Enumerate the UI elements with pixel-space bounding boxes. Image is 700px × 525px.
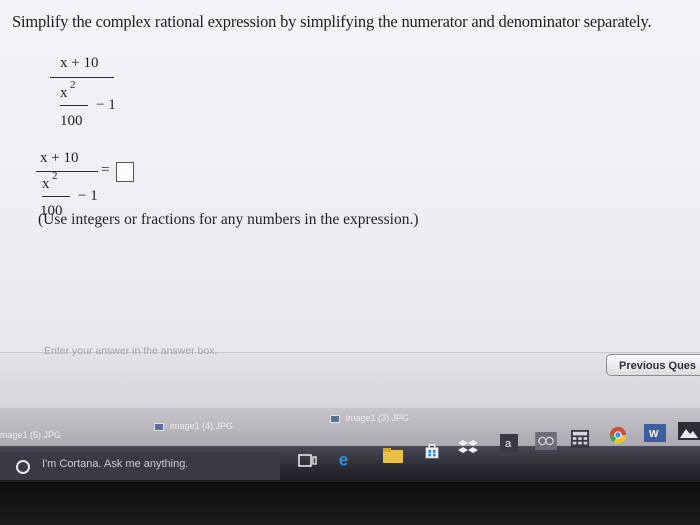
file-item[interactable]: image1 (3).JPG bbox=[330, 413, 409, 423]
numerator: x + 10 bbox=[60, 55, 99, 71]
task-view-icon[interactable] bbox=[298, 452, 318, 470]
image-file-icon bbox=[154, 422, 164, 431]
problem-prompt: Simplify the complex rational expression… bbox=[12, 12, 652, 31]
answer-hint: Enter your answer in the answer box. bbox=[44, 345, 218, 357]
photos-icon[interactable] bbox=[678, 422, 700, 440]
answer-input-box[interactable] bbox=[116, 162, 134, 182]
svg-text:a: a bbox=[505, 438, 512, 450]
main-fraction-bar bbox=[36, 171, 98, 172]
file-name: image1 (3).JPG bbox=[346, 413, 410, 423]
chrome-icon[interactable] bbox=[608, 426, 628, 444]
exponent: 2 bbox=[52, 170, 58, 182]
bottom-bar bbox=[0, 352, 700, 411]
inner-denominator: 100 bbox=[60, 113, 83, 129]
variable-x: x bbox=[42, 176, 50, 192]
inner-fraction-bar bbox=[42, 196, 70, 197]
exponent: 2 bbox=[70, 79, 76, 91]
equals-sign: = bbox=[101, 162, 110, 178]
minus-one: − 1 bbox=[96, 97, 116, 113]
word-icon[interactable]: W bbox=[644, 424, 666, 442]
main-fraction-bar bbox=[50, 77, 114, 78]
monitor-bezel bbox=[0, 482, 700, 525]
calculator-icon[interactable] bbox=[570, 430, 590, 448]
edge-icon[interactable]: e bbox=[336, 450, 356, 468]
store-icon[interactable] bbox=[422, 442, 442, 460]
svg-text:W: W bbox=[649, 429, 659, 440]
inner-fraction-bar bbox=[60, 105, 88, 106]
previous-question-button[interactable]: Previous Ques bbox=[606, 354, 700, 376]
dropbox-icon[interactable] bbox=[458, 438, 478, 456]
instruction-text: (Use integers or fractions for any numbe… bbox=[38, 211, 419, 228]
file-name: mage1 (5).JPG bbox=[0, 430, 62, 440]
file-name: image1 (4).JPG bbox=[170, 421, 234, 431]
file-item[interactable]: image1 (4).JPG bbox=[154, 421, 233, 431]
cortana-icon bbox=[16, 460, 30, 474]
svg-text:e: e bbox=[339, 450, 349, 468]
image-file-icon bbox=[330, 414, 340, 423]
cortana-placeholder: I'm Cortana. Ask me anything. bbox=[42, 458, 189, 470]
minus-one: − 1 bbox=[78, 188, 98, 204]
app-icon[interactable] bbox=[534, 432, 558, 450]
file-item[interactable]: mage1 (5).JPG bbox=[0, 430, 61, 440]
file-explorer-icon[interactable] bbox=[382, 446, 404, 464]
browser-screen: Simplify the complex rational expression… bbox=[0, 0, 700, 525]
variable-x: x bbox=[60, 85, 68, 101]
amazon-icon[interactable]: a bbox=[498, 434, 520, 452]
numerator: x + 10 bbox=[40, 150, 79, 166]
